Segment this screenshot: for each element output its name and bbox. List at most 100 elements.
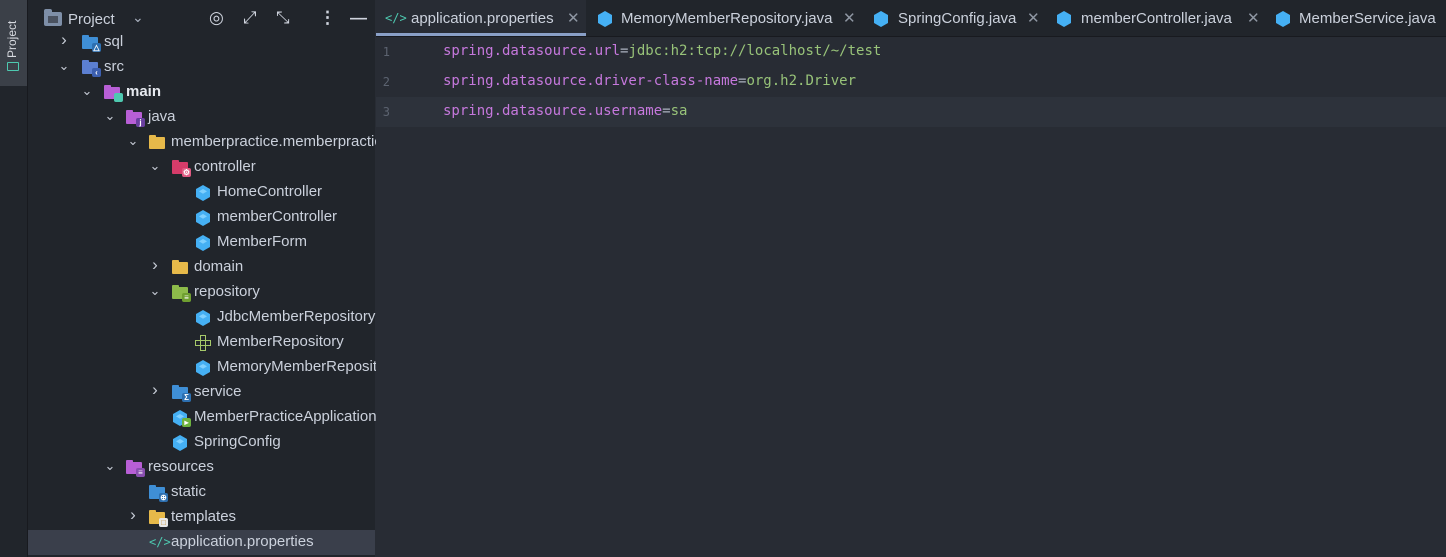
tree-item-label: MemberRepository xyxy=(217,333,344,350)
tab-memberservice-java[interactable]: MemberService.java✕ xyxy=(1264,0,1446,36)
tree-item-main[interactable]: ⌄ main xyxy=(28,80,375,105)
tree-item-jdbcmemberrepository[interactable]: JdbcMemberRepository xyxy=(28,305,375,330)
property-key: spring.datasource.driver-class-name xyxy=(443,73,739,89)
chevron-right-icon[interactable]: › xyxy=(57,30,71,50)
chevron-down-icon[interactable]: ⌄ xyxy=(80,83,94,99)
tree-item-label: templates xyxy=(171,508,237,525)
tree-item-label: MemberPracticeApplication xyxy=(194,408,377,425)
tree-item-service[interactable]: › Σservice xyxy=(28,380,375,405)
tree-item-resources[interactable]: ⌄ ≡ resources xyxy=(28,455,375,480)
tab-label: MemoryMemberRepository.java xyxy=(621,10,833,27)
java-class-icon xyxy=(195,235,211,251)
java-class-icon xyxy=(874,11,888,27)
package-folder-icon xyxy=(149,135,165,151)
tree-item-label: memberController xyxy=(217,208,338,225)
package-folder-icon xyxy=(172,260,188,276)
close-icon[interactable]: ✕ xyxy=(567,9,580,27)
java-class-icon xyxy=(172,435,188,451)
tree-item-memorymemberrepository[interactable]: MemoryMemberRepository xyxy=(28,355,398,380)
close-icon[interactable]: ✕ xyxy=(1247,9,1260,27)
chevron-down-icon[interactable]: ⌄ xyxy=(57,58,71,74)
tree-item-memberpractice-memberpractice[interactable]: ⌄ memberpractice.memberpractice xyxy=(28,130,391,155)
editor-tab-bar: </> application.properties ✕ MemoryMemberRe… xyxy=(376,0,1446,37)
tree-item-label: MemberForm xyxy=(217,233,308,250)
property-key: spring.datasource.username xyxy=(443,103,663,119)
tab-springconfig-java[interactable]: SpringConfig.java ✕ xyxy=(861,0,1042,36)
tab-label: MemberService.java xyxy=(1299,10,1436,27)
tab-memorymemberrepository-java[interactable]: MemoryMemberRepository.java ✕ xyxy=(587,0,860,36)
code-line-text: spring.datasource.url=jdbc:h2:tcp://loca… xyxy=(443,43,881,59)
tree-item-springconfig[interactable]: SpringConfig xyxy=(28,430,375,455)
property-value: sa xyxy=(670,103,688,119)
tree-item-sql[interactable]: › △ sql xyxy=(28,30,375,55)
resources-folder-icon: ≡ xyxy=(126,460,145,477)
tree-item-label: sql xyxy=(104,33,124,50)
tree-item-label: HomeController xyxy=(217,183,323,200)
tree-item-src[interactable]: ⌄ ‹ src xyxy=(28,55,375,80)
tree-item-memberpracticeapplication[interactable]: ▸ MemberPracticeApplication xyxy=(28,405,377,430)
tree-item-application-properties[interactable]: </> application.properties xyxy=(28,530,375,555)
tree-item-label: java xyxy=(148,108,176,125)
code-line-text: spring.datasource.driver-class-name=org.… xyxy=(443,73,856,89)
project-view-selector[interactable]: Project xyxy=(68,11,115,28)
code-line[interactable]: 3 spring.datasource.username=sa xyxy=(376,97,1446,127)
tree-item-memberrepository[interactable]: MemberRepository xyxy=(28,330,375,355)
tree-item-label: main xyxy=(126,83,162,100)
tab-application-properties[interactable]: </> application.properties ✕ xyxy=(376,0,586,36)
tree-item-label: JdbcMemberRepository xyxy=(217,308,376,325)
project-folder-icon xyxy=(44,9,62,26)
java-source-folder-icon: j xyxy=(126,110,145,127)
tree-item-static[interactable]: ⊕ static xyxy=(28,480,375,505)
close-icon[interactable]: ✕ xyxy=(1027,9,1040,27)
project-panel: Project ⌄ ◎ ⤢ ⤡ ⋮ — › △ sql ⌄ ‹ src ⌄ main ⌄ j jav… xyxy=(28,0,400,557)
java-class-icon xyxy=(598,11,612,27)
locate-target-icon[interactable]: ◎ xyxy=(209,8,224,28)
controller-package-icon: ⚙ xyxy=(172,160,191,177)
chevron-down-icon[interactable]: ⌄ xyxy=(132,9,144,26)
chevron-down-icon[interactable]: ⌄ xyxy=(103,108,117,124)
code-line[interactable]: 2 spring.datasource.driver-class-name=org… xyxy=(376,67,1446,97)
module-folder-icon xyxy=(104,85,123,102)
code-line[interactable]: 1 spring.datasource.url=jdbc:h2:tcp://loc… xyxy=(376,37,1446,67)
chevron-down-icon[interactable]: ⌄ xyxy=(103,458,117,474)
chevron-right-icon[interactable]: › xyxy=(148,380,162,400)
tree-item-java[interactable]: ⌄ j java xyxy=(28,105,375,130)
tree-item-homecontroller[interactable]: HomeController xyxy=(28,180,375,205)
chevron-down-icon[interactable]: ⌄ xyxy=(126,133,140,149)
tab-label: application.properties xyxy=(411,10,554,27)
tree-item-label: service xyxy=(194,383,242,400)
tree-item-label: src xyxy=(104,58,124,75)
spring-boot-app-icon: ▸ xyxy=(172,410,191,427)
line-number: 1 xyxy=(382,45,390,59)
tree-item-label: repository xyxy=(194,283,260,300)
collapse-all-icon[interactable]: ⤡ xyxy=(276,8,290,28)
java-class-icon xyxy=(195,210,211,226)
line-number: 3 xyxy=(382,105,390,119)
tree-item-templates[interactable]: › □ templates xyxy=(28,505,375,530)
source-folder-icon: ‹ xyxy=(82,60,101,77)
property-value: jdbc:h2:tcp://localhost/~/test xyxy=(628,43,882,59)
tree-item-repository[interactable]: ⌄ ≡ repository xyxy=(28,280,375,305)
tree-item-membercontroller[interactable]: memberController xyxy=(28,205,375,230)
tree-item-label: static xyxy=(171,483,207,500)
tree-item-controller[interactable]: ⌄ ⚙ controller xyxy=(28,155,375,180)
tool-window-strip: Project xyxy=(0,0,28,557)
tree-item-memberform[interactable]: MemberForm xyxy=(28,230,375,255)
tab-membercontroller-java[interactable]: memberController.java ✕ xyxy=(1043,0,1263,36)
tree-item-label: MemoryMemberRepository xyxy=(217,358,398,375)
tree-item-label: application.properties xyxy=(171,533,314,550)
tree-item-label: memberpractice.memberpractice xyxy=(171,133,391,150)
code-line-text: spring.datasource.username=sa xyxy=(443,103,687,119)
options-menu-icon[interactable]: ⋮ xyxy=(319,8,336,28)
templates-folder-icon: □ xyxy=(149,510,168,527)
tree-item-domain[interactable]: › domain xyxy=(28,255,375,280)
properties-file-icon: </> xyxy=(385,11,407,25)
chevron-right-icon[interactable]: › xyxy=(126,505,140,525)
chevron-down-icon[interactable]: ⌄ xyxy=(148,283,162,299)
expand-all-icon[interactable]: ⤢ xyxy=(243,8,257,28)
close-icon[interactable]: ✕ xyxy=(843,9,856,27)
hide-panel-icon[interactable]: — xyxy=(350,8,367,28)
chevron-down-icon[interactable]: ⌄ xyxy=(148,158,162,174)
project-tool-window-button[interactable]: Project xyxy=(0,0,27,86)
chevron-right-icon[interactable]: › xyxy=(148,255,162,275)
